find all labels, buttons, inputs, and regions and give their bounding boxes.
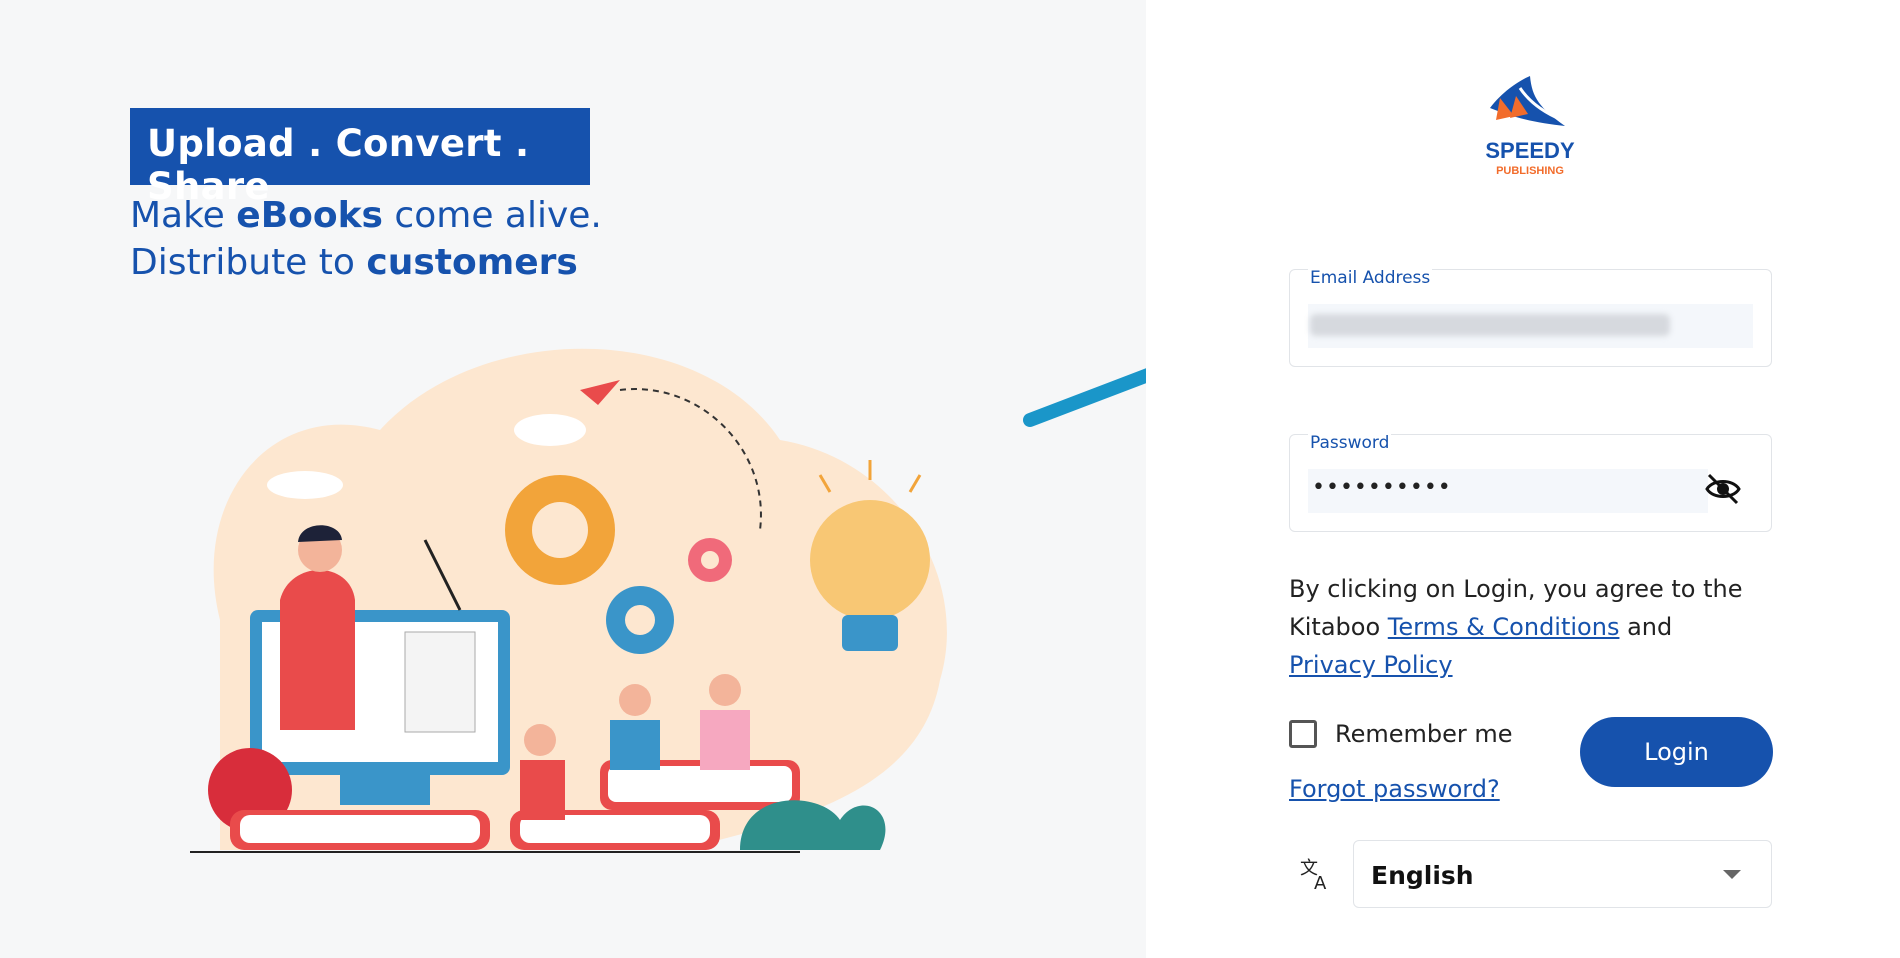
remember-me[interactable]: Remember me — [1289, 720, 1513, 748]
brand-sub-text: PUBLISHING — [1496, 165, 1564, 177]
left-promo-panel: Upload . Convert . Share Make eBooks com… — [0, 0, 1280, 958]
email-value-redacted — [1310, 314, 1670, 336]
password-field[interactable]: Password •••••••••• — [1289, 433, 1772, 532]
translate-icon: 文 A — [1300, 858, 1327, 892]
remember-label: Remember me — [1335, 720, 1513, 748]
terms-link[interactable]: Terms & Conditions — [1388, 613, 1620, 641]
subtitle-line-2: Distribute to customers — [130, 242, 578, 283]
subtitle-line-1: Make eBooks come alive. — [130, 195, 602, 236]
chevron-down-icon[interactable] — [1723, 870, 1741, 879]
login-button[interactable]: Login — [1580, 717, 1773, 787]
password-label: Password — [1308, 433, 1392, 453]
language-select[interactable]: English — [1353, 840, 1772, 908]
svg-text:A: A — [1314, 873, 1327, 892]
password-input[interactable]: •••••••••• — [1308, 469, 1708, 513]
terms-text: By clicking on Login, you agree to the K… — [1289, 575, 1743, 679]
tagline-banner: Upload . Convert . Share — [130, 108, 590, 208]
forgot-password-link[interactable]: Forgot password? — [1289, 775, 1500, 803]
speedy-publishing-logo: SPEEDY PUBLISHING — [1485, 76, 1575, 177]
email-label: Email Address — [1308, 268, 1433, 288]
remember-checkbox[interactable] — [1289, 720, 1317, 748]
eye-off-icon[interactable] — [1703, 471, 1743, 507]
elearning-illustration — [190, 348, 947, 853]
privacy-link[interactable]: Privacy Policy — [1289, 651, 1453, 679]
email-field[interactable]: Email Address — [1289, 268, 1772, 367]
language-value: English — [1371, 861, 1474, 890]
brand-name-text: SPEEDY — [1485, 138, 1575, 163]
